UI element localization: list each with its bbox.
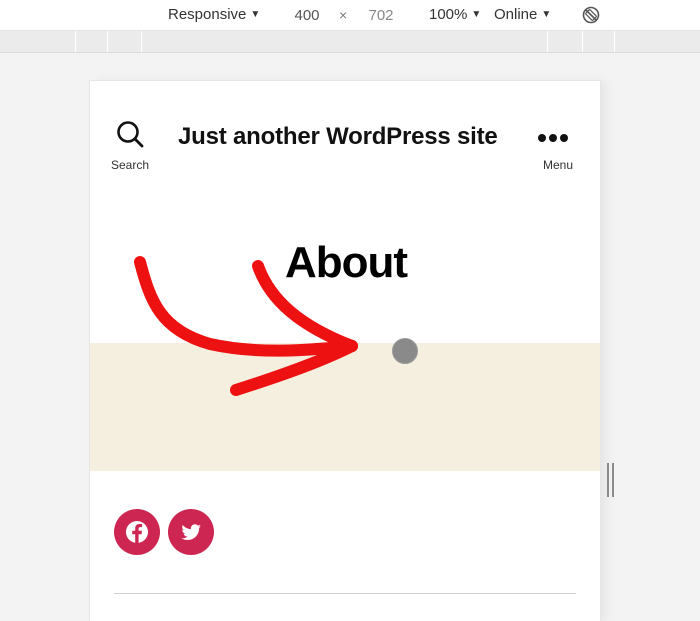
- device-mode-label: Responsive: [168, 6, 247, 23]
- ruler-tick: [107, 31, 108, 52]
- device-mode-dropdown[interactable]: Responsive ▼: [168, 6, 260, 24]
- viewport-area: Search Just another WordPress site Menu …: [0, 53, 700, 621]
- facebook-share-button[interactable]: [114, 509, 160, 555]
- caret-down-icon: ▼: [250, 9, 261, 20]
- zoom-label: 100%: [429, 6, 468, 23]
- ruler-tick: [547, 31, 548, 52]
- rotate-icon[interactable]: [580, 4, 602, 26]
- social-share-row: [114, 509, 218, 557]
- search-toggle-label: Search: [110, 158, 150, 172]
- twitter-icon: [181, 524, 202, 540]
- page-title-text: About: [284, 238, 408, 287]
- site-description: Just another WordPress site: [178, 123, 498, 150]
- more-dots-icon: [538, 129, 571, 147]
- dimension-separator: ×: [339, 7, 348, 23]
- ruler-tick: [614, 31, 615, 52]
- facebook-icon: [126, 521, 148, 543]
- twitter-share-button[interactable]: [168, 509, 215, 555]
- ruler-tick: [582, 31, 583, 52]
- network-throttle-dropdown[interactable]: Online ▼: [494, 6, 551, 24]
- caret-down-icon: ▼: [471, 9, 482, 20]
- featured-image-area: [90, 343, 600, 471]
- network-label: Online: [494, 6, 538, 23]
- zoom-dropdown[interactable]: 100% ▼: [429, 6, 481, 24]
- device-frame: Search Just another WordPress site Menu …: [90, 81, 600, 621]
- height-input[interactable]: [354, 4, 408, 26]
- menu-toggle-label: Menu: [542, 158, 574, 172]
- resize-handle[interactable]: [606, 463, 616, 497]
- media-query-ruler[interactable]: [0, 31, 700, 53]
- caret-down-icon: ▼: [541, 9, 552, 20]
- device-toolbar: Responsive▼ × 100%▼ Online▼: [0, 0, 700, 31]
- content-divider: [114, 593, 576, 594]
- menu-toggle[interactable]: Menu: [530, 123, 586, 173]
- search-icon: [117, 121, 144, 148]
- width-input[interactable]: [280, 4, 334, 26]
- ruler-tick: [75, 31, 76, 52]
- page-title: About: [90, 238, 600, 288]
- search-toggle[interactable]: Search: [102, 119, 158, 174]
- site-header: Search Just another WordPress site Menu: [90, 81, 600, 191]
- ruler-tick: [141, 31, 142, 52]
